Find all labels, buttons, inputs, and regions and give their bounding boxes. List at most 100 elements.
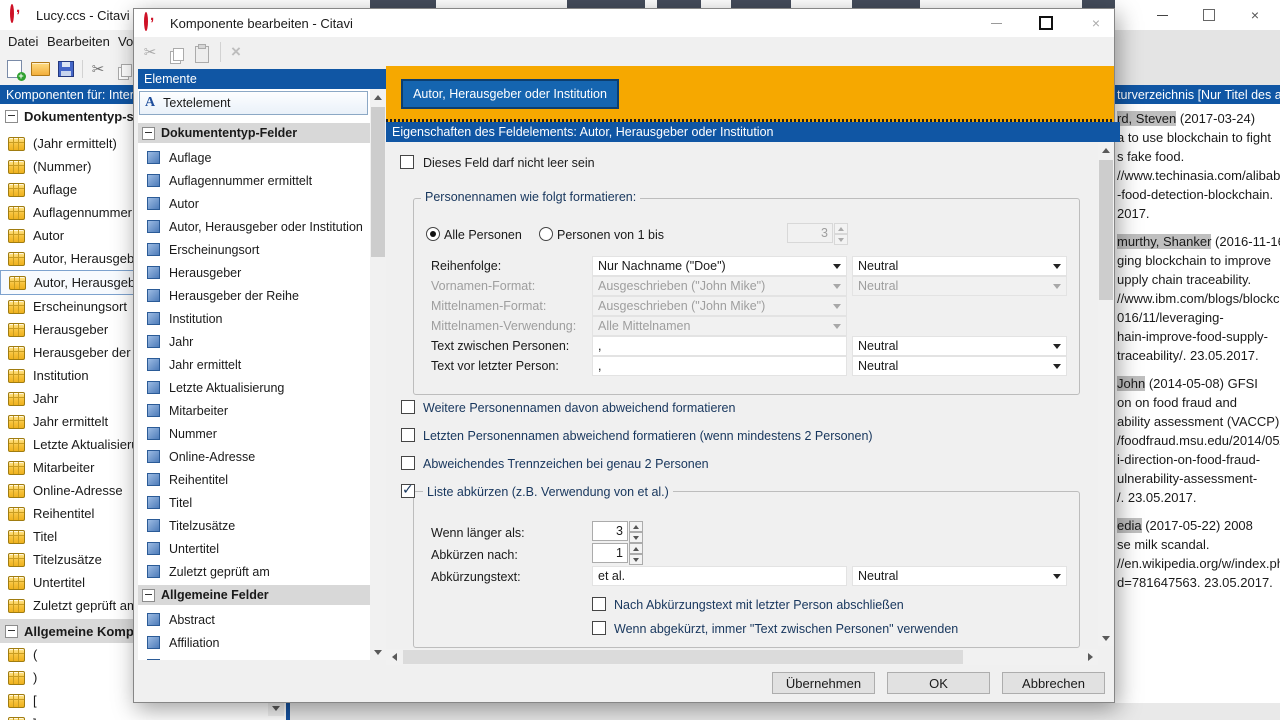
- field-item[interactable]: Autor, Herausgeber oder Institution: [138, 215, 370, 238]
- close-after-abbrev-checkbox[interactable]: [592, 597, 606, 611]
- abbrev-after-value[interactable]: 1: [592, 543, 628, 563]
- properties-hscrollbar[interactable]: [386, 649, 1098, 665]
- cut-icon[interactable]: ✂: [88, 58, 108, 80]
- collapse-icon[interactable]: [142, 589, 155, 602]
- order-style-combobox[interactable]: Neutral: [852, 256, 1067, 276]
- order-combobox[interactable]: Nur Nachname ("Doe"): [592, 256, 847, 276]
- spin-up-button[interactable]: [834, 223, 848, 234]
- field-item[interactable]: Titelzusätze: [138, 514, 370, 537]
- field-item[interactable]: Reihentitel: [138, 468, 370, 491]
- component-chip[interactable]: Autor, Herausgeber oder Institution: [401, 79, 619, 109]
- longer-than-value[interactable]: 3: [592, 521, 628, 541]
- longer-than-spinner[interactable]: 3: [592, 521, 643, 543]
- separator-two-persons-checkbox[interactable]: [401, 456, 415, 470]
- field-item[interactable]: Herausgeber der Reihe: [138, 284, 370, 307]
- abbreviate-list-checkbox[interactable]: [401, 484, 415, 498]
- list-group-header[interactable]: Dokumententyp-Felder: [138, 123, 370, 143]
- scroll-down-button[interactable]: [1098, 630, 1114, 646]
- scroll-thumb[interactable]: [371, 107, 385, 257]
- save-icon[interactable]: [56, 58, 76, 80]
- apply-button[interactable]: Übernehmen: [772, 672, 875, 694]
- spin-up-button[interactable]: [629, 521, 643, 532]
- field-item[interactable]: Mitarbeiter: [138, 399, 370, 422]
- field-item[interactable]: Auflage: [138, 146, 370, 169]
- tree-item-label: Zuletzt geprüft am: [33, 598, 138, 613]
- ok-button[interactable]: OK: [887, 672, 990, 694]
- scroll-left-button[interactable]: [386, 649, 402, 665]
- reference-text: 016/11/leveraging-: [1117, 310, 1224, 325]
- field-item[interactable]: Untertitel: [138, 537, 370, 560]
- copy-icon[interactable]: [114, 60, 134, 82]
- always-between-text-checkbox[interactable]: [592, 621, 606, 635]
- field-item[interactable]: Auflagennummer ermittelt: [138, 169, 370, 192]
- spin-down-button[interactable]: [629, 532, 643, 543]
- scroll-right-button[interactable]: [1082, 649, 1098, 665]
- elements-list-scrollbar[interactable]: [370, 89, 386, 660]
- minimize-button[interactable]: [1147, 4, 1177, 26]
- format-last-checkbox[interactable]: [401, 428, 415, 442]
- field-item[interactable]: Zuletzt geprüft am: [138, 560, 370, 583]
- properties-vscrollbar[interactable]: [1098, 142, 1114, 646]
- abbrev-after-spinner[interactable]: 1: [592, 543, 643, 565]
- field-item[interactable]: Titel: [138, 491, 370, 514]
- field-item[interactable]: Am Original überprüft von/am: [138, 654, 370, 660]
- dialog-titlebar[interactable]: Komponente bearbeiten - Citavi ×: [134, 9, 1114, 37]
- firstname-format-combobox[interactable]: Ausgeschrieben ("John Mike"): [592, 276, 847, 296]
- field-item[interactable]: Erscheinungsort: [138, 238, 370, 261]
- spin-down-button[interactable]: [629, 554, 643, 565]
- close-icon: ×: [1092, 16, 1100, 30]
- field-item[interactable]: Letzte Aktualisierung: [138, 376, 370, 399]
- field-item[interactable]: Affiliation: [138, 631, 370, 654]
- field-item[interactable]: Nummer: [138, 422, 370, 445]
- collapse-icon[interactable]: [5, 110, 18, 123]
- tree-item[interactable]: ]: [0, 712, 290, 720]
- cut-icon[interactable]: ✂: [140, 41, 160, 63]
- maximize-button[interactable]: [1194, 4, 1224, 26]
- scroll-thumb[interactable]: [403, 650, 963, 664]
- persons-range-spinner[interactable]: 3: [787, 223, 848, 245]
- field-item[interactable]: Abstract: [138, 608, 370, 631]
- scroll-down-button[interactable]: [370, 644, 386, 660]
- field-item[interactable]: Autor: [138, 192, 370, 215]
- close-button[interactable]: ×: [1240, 4, 1270, 26]
- collapse-icon[interactable]: [5, 625, 18, 638]
- field-item[interactable]: Institution: [138, 307, 370, 330]
- firstname-style-combobox[interactable]: Neutral: [852, 276, 1067, 296]
- paste-icon[interactable]: [192, 43, 212, 65]
- field-item[interactable]: Jahr ermittelt: [138, 353, 370, 376]
- element-item-selected[interactable]: A Textelement: [139, 91, 368, 115]
- before-last-person-input[interactable]: ,: [592, 356, 847, 376]
- middlename-format-combobox[interactable]: Ausgeschrieben ("John Mike"): [592, 296, 847, 316]
- field-item[interactable]: Jahr: [138, 330, 370, 353]
- copy-icon[interactable]: [166, 44, 186, 66]
- spin-down-button[interactable]: [834, 234, 848, 245]
- scroll-thumb[interactable]: [1099, 160, 1113, 300]
- scroll-up-button[interactable]: [1098, 142, 1114, 158]
- abbrev-text-input[interactable]: et al.: [592, 566, 847, 586]
- cancel-button[interactable]: Abbrechen: [1002, 672, 1105, 694]
- middlename-usage-combobox[interactable]: Alle Mittelnamen: [592, 316, 847, 336]
- dialog-maximize-button[interactable]: [1031, 12, 1061, 34]
- field-item[interactable]: Online-Adresse: [138, 445, 370, 468]
- abbrev-text-style-combobox[interactable]: Neutral: [852, 566, 1067, 586]
- new-document-icon[interactable]: +: [4, 58, 24, 80]
- format-others-checkbox[interactable]: [401, 400, 415, 414]
- dialog-minimize-button[interactable]: [981, 12, 1011, 34]
- open-folder-icon[interactable]: [30, 58, 50, 80]
- persons-range-radio[interactable]: [539, 227, 553, 241]
- delete-icon[interactable]: ×: [226, 41, 246, 63]
- all-persons-radio[interactable]: [426, 227, 440, 241]
- collapse-icon[interactable]: [142, 127, 155, 140]
- menu-bearbeiten[interactable]: Bearbeiten: [47, 34, 110, 49]
- between-persons-style-combobox[interactable]: Neutral: [852, 336, 1067, 356]
- between-persons-input[interactable]: ,: [592, 336, 847, 356]
- dialog-close-button[interactable]: ×: [1081, 12, 1111, 34]
- spin-up-button[interactable]: [629, 543, 643, 554]
- not-empty-checkbox[interactable]: [400, 155, 414, 169]
- list-group-header[interactable]: Allgemeine Felder: [138, 585, 370, 605]
- menu-datei[interactable]: Datei: [8, 34, 38, 49]
- before-last-person-style-combobox[interactable]: Neutral: [852, 356, 1067, 376]
- field-item[interactable]: Herausgeber: [138, 261, 370, 284]
- scroll-up-button[interactable]: [370, 89, 386, 105]
- persons-range-value[interactable]: 3: [787, 223, 833, 243]
